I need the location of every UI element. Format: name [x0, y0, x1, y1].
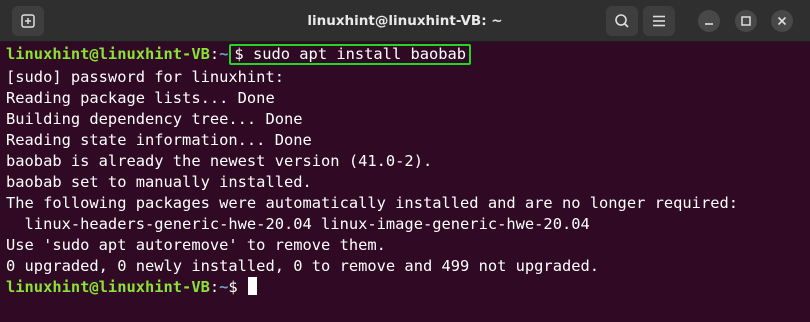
close-button[interactable]: [771, 10, 793, 32]
hamburger-menu-icon: [653, 15, 665, 27]
minimize-button[interactable]: [698, 10, 720, 32]
terminal-window: linuxhint@linuxhint-VB: ~ linuxhint@linu…: [0, 0, 810, 322]
prompt-user: linuxhint@linuxhint-VB: [6, 45, 210, 63]
maximize-button[interactable]: [735, 10, 757, 32]
search-button[interactable]: [606, 6, 638, 36]
output-line: baobab is already the newest version (41…: [6, 152, 433, 170]
terminal-output[interactable]: linuxhint@linuxhint-VB:~ $ sudo apt insta…: [0, 42, 810, 322]
output-line: Reading package lists... Done: [6, 89, 275, 107]
search-icon: [615, 14, 629, 28]
prompt-user: linuxhint@linuxhint-VB: [6, 278, 210, 296]
output-line: Use 'sudo apt autoremove' to remove them…: [6, 236, 386, 254]
highlighted-command: $ sudo apt install baobab: [229, 44, 472, 65]
maximize-icon: [741, 16, 751, 26]
prompt-dollar: $: [228, 278, 247, 296]
menu-button[interactable]: [643, 6, 675, 36]
output-line: baobab set to manually installed.: [6, 173, 312, 191]
output-line: The following packages were automaticall…: [6, 194, 739, 212]
prompt-line: linuxhint@linuxhint-VB:~ $ sudo apt insta…: [6, 44, 472, 65]
output-line: linux-headers-generic-hwe-20.04 linux-im…: [6, 215, 590, 233]
minimize-icon: [705, 23, 713, 25]
prompt-colon: :: [209, 45, 220, 63]
title-bar[interactable]: linuxhint@linuxhint-VB: ~: [0, 0, 810, 42]
output-line: Reading state information... Done: [6, 131, 312, 149]
close-icon: [777, 16, 787, 26]
output-line: Building dependency tree... Done: [6, 110, 303, 128]
prompt-colon: :: [209, 278, 220, 296]
current-prompt-line: linuxhint@linuxhint-VB:~$: [6, 277, 257, 298]
output-line: [sudo] password for linuxhint:: [6, 68, 284, 86]
prompt-path: ~: [219, 45, 229, 63]
output-line: 0 upgraded, 0 newly installed, 0 to remo…: [6, 257, 600, 275]
window-title: linuxhint@linuxhint-VB: ~: [307, 13, 503, 29]
text-cursor: [247, 277, 257, 295]
